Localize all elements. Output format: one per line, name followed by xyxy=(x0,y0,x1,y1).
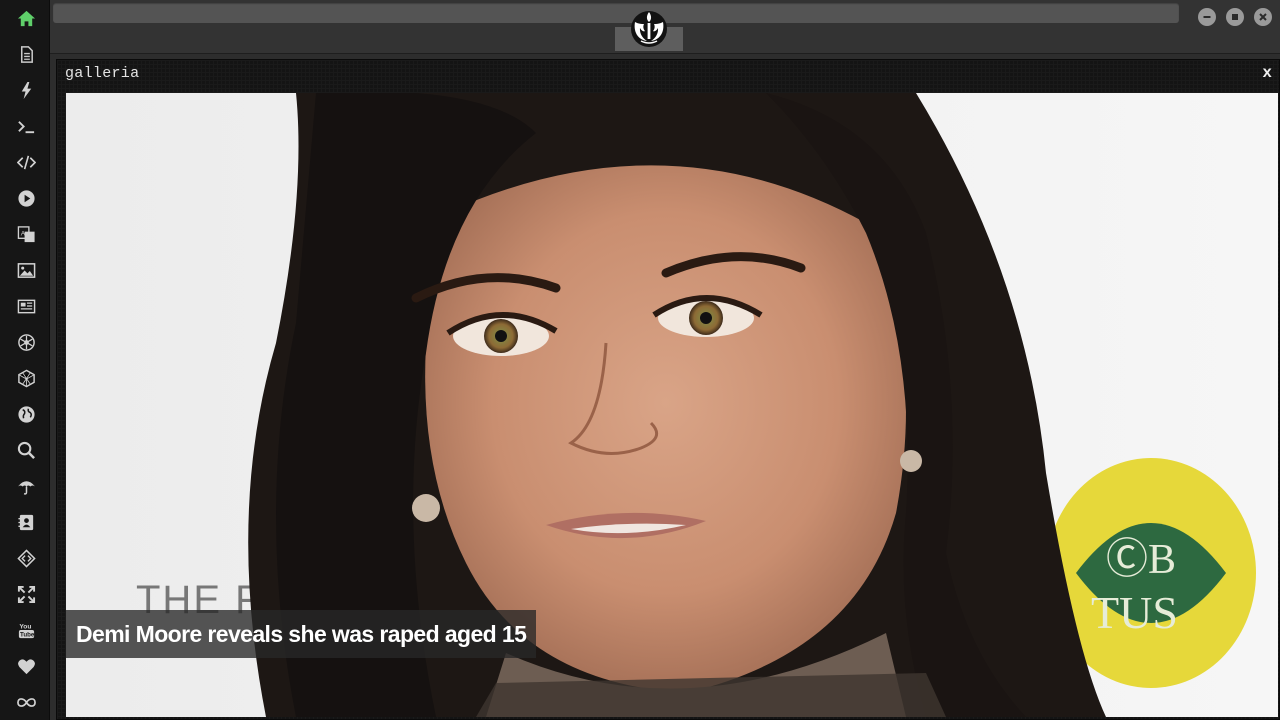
gallery-panel: galleria x THE F TUS ⒸB Demi Moore revea… xyxy=(56,59,1280,720)
translate-icon[interactable]: A xyxy=(13,221,39,247)
lotus-monogram: ⒸB xyxy=(1106,537,1176,583)
sidebar: A You Tube xyxy=(0,0,50,720)
image-caption: Demi Moore reveals she was raped aged 15 xyxy=(66,610,537,658)
maximize-icon[interactable] xyxy=(1226,8,1244,26)
svg-text:Tube: Tube xyxy=(20,631,35,638)
search-icon[interactable] xyxy=(13,437,39,463)
news-icon[interactable] xyxy=(13,293,39,319)
gallery-image[interactable]: L THE F TUS ⒸB xyxy=(66,93,1278,717)
diamond-code-icon[interactable] xyxy=(13,545,39,571)
home-icon[interactable] xyxy=(13,5,39,31)
document-icon[interactable] xyxy=(13,41,39,67)
image-icon[interactable] xyxy=(13,257,39,283)
svg-text:You: You xyxy=(19,623,31,630)
heart-icon[interactable] xyxy=(13,653,39,679)
contacts-icon[interactable] xyxy=(13,509,39,535)
close-icon[interactable] xyxy=(1254,8,1272,26)
minimize-icon[interactable] xyxy=(1198,8,1216,26)
panel-title: galleria xyxy=(65,65,140,82)
panel-close-button[interactable]: x xyxy=(1262,64,1272,82)
terminal-icon[interactable] xyxy=(13,113,39,139)
lightning-icon[interactable] xyxy=(13,77,39,103)
svg-text:A: A xyxy=(20,230,25,237)
rebel-icon[interactable] xyxy=(13,329,39,355)
play-icon[interactable] xyxy=(13,185,39,211)
infinity-icon[interactable] xyxy=(13,689,39,715)
globe-icon[interactable] xyxy=(13,401,39,427)
youtube-icon[interactable]: You Tube xyxy=(13,617,39,643)
umbrella-icon[interactable] xyxy=(13,473,39,499)
svg-text:TUS: TUS xyxy=(1091,587,1178,638)
top-bar xyxy=(50,0,1280,54)
cube-icon[interactable] xyxy=(13,365,39,391)
address-field[interactable] xyxy=(53,3,1179,23)
fullscreen-icon[interactable] xyxy=(13,581,39,607)
rebel-alliance-icon[interactable] xyxy=(628,8,670,50)
code-icon[interactable] xyxy=(13,149,39,175)
